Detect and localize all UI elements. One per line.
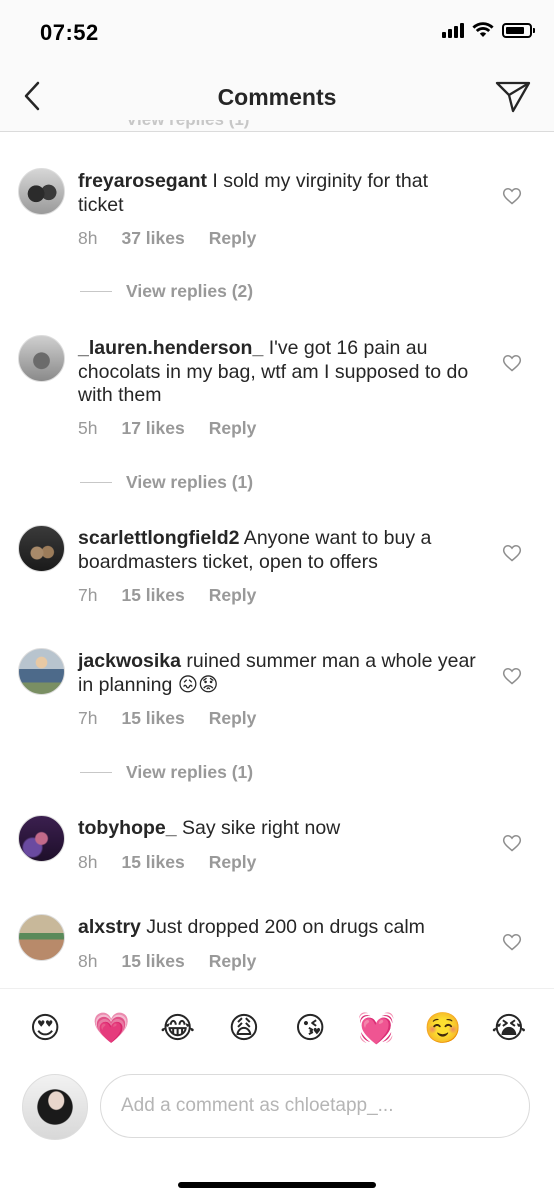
comment-input[interactable]: [100, 1074, 530, 1138]
likes-count[interactable]: 15 likes: [121, 708, 184, 729]
heart-icon[interactable]: [502, 186, 522, 206]
comment-time: 5h: [78, 418, 98, 438]
heart-icon[interactable]: [502, 833, 522, 853]
comment-time: 8h: [78, 852, 98, 872]
emoji-beating-heart-button[interactable]: 💓: [354, 1011, 398, 1046]
likes-count[interactable]: 15 likes: [121, 585, 184, 606]
nav-bar: Comments: [0, 60, 554, 132]
battery-icon: [502, 22, 535, 38]
status-icons: [442, 22, 535, 38]
comment-meta: 7h 15 likes Reply: [78, 585, 256, 606]
username[interactable]: alxstry: [78, 916, 141, 938]
username[interactable]: jackwosika: [78, 650, 181, 672]
view-replies-label: View replies (1): [126, 472, 254, 492]
view-replies-button[interactable]: View replies (2): [80, 281, 253, 302]
comment-time: 7h: [78, 585, 98, 605]
avatar: [22, 1074, 88, 1140]
reply-button[interactable]: Reply: [209, 708, 257, 729]
emoji-joy-button[interactable]: 😂: [156, 1011, 200, 1046]
comment-text: tobyhope_ Say sike right now: [78, 817, 341, 839]
divider-line: [80, 291, 112, 292]
reply-button[interactable]: Reply: [209, 852, 257, 873]
clipped-view-replies: View replies (1): [126, 120, 249, 130]
signal-icon: [442, 22, 464, 38]
reply-button[interactable]: Reply: [209, 418, 257, 439]
comment-meta: 5h 17 likes Reply: [78, 418, 256, 439]
avatar[interactable]: [18, 168, 65, 215]
comment-text: jackwosika ruined summer man a whole yea…: [78, 650, 476, 696]
heart-icon[interactable]: [502, 666, 522, 686]
send-button[interactable]: [494, 78, 532, 116]
view-replies-label: View replies (2): [126, 281, 254, 301]
emoji-weary-button[interactable]: 😩: [222, 1011, 266, 1046]
comment-meta: 7h 15 likes Reply: [78, 708, 256, 729]
comment-text: _lauren.henderson_ I've got 16 pain au c…: [78, 337, 469, 406]
wifi-icon: [472, 22, 494, 37]
avatar[interactable]: [18, 914, 65, 961]
page-title: Comments: [217, 84, 337, 110]
comment-meta: 8h 37 likes Reply: [78, 228, 256, 249]
home-indicator: [178, 1182, 376, 1188]
divider-line: [80, 482, 112, 483]
view-replies-button[interactable]: View replies (1): [80, 472, 253, 493]
emoji-heart-eyes-button[interactable]: 😍: [23, 1011, 67, 1046]
username[interactable]: tobyhope_: [78, 817, 177, 839]
comment-text: scarlettlongfield2 Anyone want to buy a …: [78, 527, 432, 573]
emoji-sob-button[interactable]: 😭: [487, 1011, 531, 1046]
avatar[interactable]: [18, 525, 65, 572]
comment-time: 8h: [78, 951, 98, 971]
divider-line: [80, 772, 112, 773]
heart-icon[interactable]: [502, 932, 522, 952]
view-replies-button[interactable]: View replies (1): [80, 762, 253, 783]
send-icon: [495, 81, 531, 113]
status-bar: 07:52: [0, 0, 554, 60]
likes-count[interactable]: 15 likes: [121, 852, 184, 873]
username[interactable]: freyarosegant: [78, 170, 207, 192]
reply-button[interactable]: Reply: [209, 951, 257, 972]
avatar[interactable]: [18, 335, 65, 382]
comment-time: 7h: [78, 708, 98, 728]
comment-meta: 8h 15 likes Reply: [78, 852, 256, 873]
status-time: 07:52: [40, 20, 99, 45]
comment-meta: 8h 15 likes Reply: [78, 951, 256, 972]
likes-count[interactable]: 15 likes: [121, 951, 184, 972]
username[interactable]: _lauren.henderson_: [78, 337, 263, 359]
emoji-pink-heart-button[interactable]: 💗: [89, 1011, 133, 1046]
comment-text: freyarosegant I sold my virginity for th…: [78, 170, 429, 216]
heart-icon[interactable]: [502, 353, 522, 373]
emoji-kiss-button[interactable]: 😘: [288, 1011, 332, 1046]
view-replies-label: View replies (1): [126, 762, 254, 782]
likes-count[interactable]: 17 likes: [121, 418, 184, 439]
username[interactable]: scarlettlongfield2: [78, 527, 239, 549]
likes-count[interactable]: 37 likes: [121, 228, 184, 249]
comment-text: alxstry Just dropped 200 on drugs calm: [78, 916, 425, 938]
emoji-quick-bar: 😍 💗 😂 😩 😘 💓 ☺️ 😭: [0, 988, 554, 1068]
reply-button[interactable]: Reply: [209, 228, 257, 249]
reply-button[interactable]: Reply: [209, 585, 257, 606]
emoji-relaxed-button[interactable]: ☺️: [421, 1011, 465, 1046]
avatar[interactable]: [18, 648, 65, 695]
avatar[interactable]: [18, 815, 65, 862]
comment-composer: [0, 1068, 554, 1148]
comment-time: 8h: [78, 228, 98, 248]
heart-icon[interactable]: [502, 543, 522, 563]
